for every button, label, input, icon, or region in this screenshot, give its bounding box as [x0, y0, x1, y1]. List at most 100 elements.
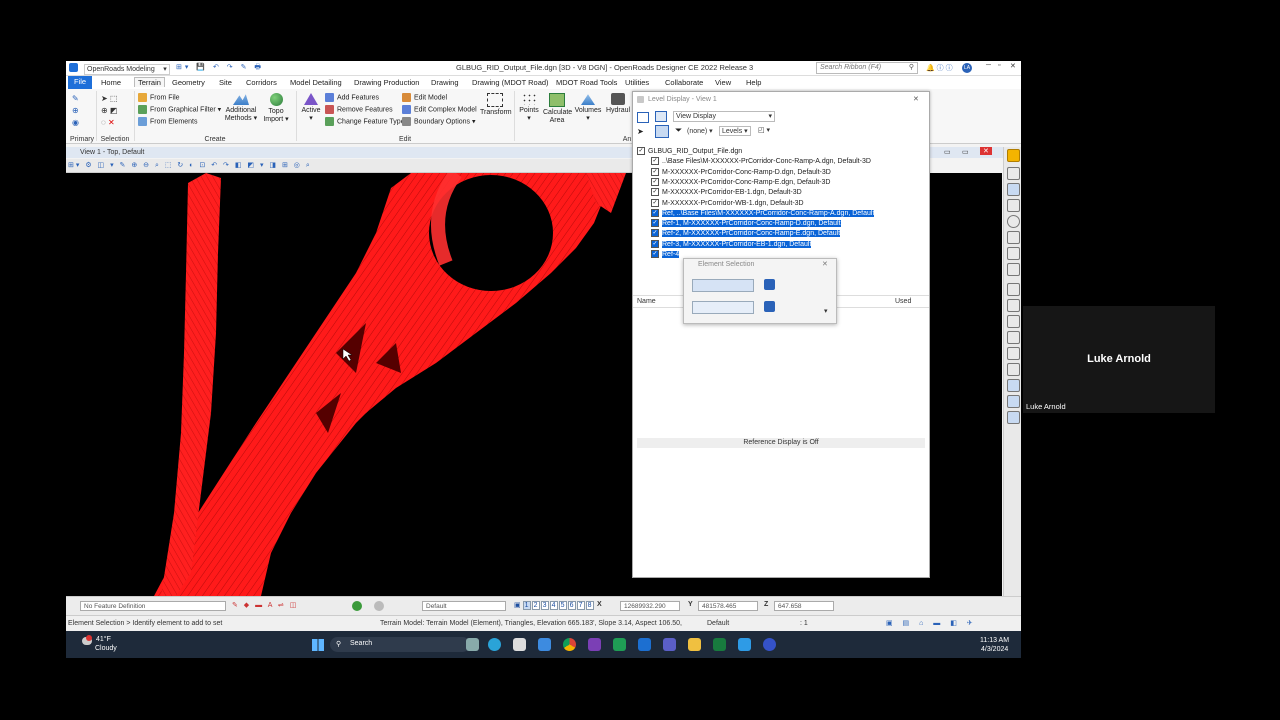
excel-icon[interactable] — [713, 638, 726, 651]
status-icons[interactable]: ▣ ▤ ⌂ ▬ ◧ ✈ — [886, 619, 977, 627]
tab-site[interactable]: Site — [219, 78, 232, 87]
store-icon[interactable] — [513, 638, 526, 651]
tree-root-file[interactable]: ✓ GLBUG_RID_Output_File.dgn — [637, 147, 742, 155]
column-used-header[interactable]: Used — [895, 298, 911, 305]
checkbox-icon[interactable]: ✓ — [651, 219, 659, 228]
tab-help[interactable]: Help — [746, 78, 761, 87]
mail-icon[interactable] — [538, 638, 551, 651]
task-view-icon[interactable] — [466, 638, 479, 651]
tool-parallel-icon[interactable] — [1007, 347, 1020, 360]
edit-complex-model-button[interactable]: Edit Complex Model — [402, 105, 477, 114]
view-7-button[interactable]: 7 — [576, 601, 585, 610]
selection-tools-icon[interactable]: ➤ ⬚ ⊕ ◩ ◌ ✕ — [101, 93, 117, 129]
level-display-close-button[interactable]: ✕ — [913, 95, 919, 103]
openroads-icon[interactable] — [738, 638, 751, 651]
view-display-select[interactable]: View Display ▾ — [673, 111, 775, 122]
tab-view[interactable]: View — [715, 78, 731, 87]
add-features-button[interactable]: Add Features — [325, 93, 379, 102]
workspace-dropdown[interactable]: OpenRoads Modeling ▾ — [84, 64, 170, 75]
excel-green-icon[interactable] — [613, 638, 626, 651]
tool-line-icon[interactable] — [1007, 167, 1020, 180]
topo-import-button[interactable]: Topo Import ▾ — [262, 93, 290, 124]
active-button[interactable]: Active ▾ — [300, 93, 322, 122]
user-avatar[interactable]: LA — [962, 63, 972, 73]
tree-reference-item[interactable]: ✓ M-XXXXXX-PrCorridor-Conc-Ramp-D.dgn, De… — [651, 167, 831, 176]
tool-circle-icon[interactable] — [1007, 215, 1020, 228]
tab-drawing-production[interactable]: Drawing Production — [354, 78, 419, 87]
meeting-icon[interactable] — [763, 638, 776, 651]
view-3-button[interactable]: 3 — [540, 601, 549, 610]
tool-delete-icon[interactable] — [1007, 263, 1020, 276]
tool-offset-icon[interactable] — [1007, 315, 1020, 328]
tree-reference-item[interactable]: ✓ M-XXXXXX-PrCorridor-WB-1.dgn, Default-3… — [651, 198, 804, 207]
forward-icon[interactable] — [374, 601, 384, 611]
view-2-button[interactable]: 2 — [531, 601, 540, 610]
tab-mdot-road-tools[interactable]: MDOT Road Tools — [556, 78, 617, 87]
tree-reference-item[interactable]: ✓ ..\Base Files\M-XXXXXX-PrCorridor-Conc-… — [651, 157, 871, 166]
attribute-tools-icons[interactable]: ✎ ◆ ▬ A ⇌ ◫ — [232, 601, 298, 609]
references-icon[interactable] — [637, 112, 649, 123]
checkbox-icon[interactable]: ✓ — [651, 167, 659, 176]
tool-fillet-icon[interactable] — [1007, 331, 1020, 344]
tree-reference-item[interactable]: ✓ Ref-1, M-XXXXXX-PrCorridor-Conc-Ramp-D.… — [651, 219, 841, 228]
additional-methods-button[interactable]: Additional Methods ▾ — [224, 93, 258, 123]
tool-polyline-icon[interactable] — [1007, 183, 1020, 196]
tab-utilities[interactable]: Utilities — [625, 78, 649, 87]
view-4-button[interactable]: 4 — [549, 601, 558, 610]
tool-trim-icon[interactable] — [1007, 283, 1020, 296]
hydraulics-button[interactable]: Hydraul — [605, 93, 631, 114]
list-view-icon[interactable] — [655, 125, 669, 138]
view-display-icon[interactable] — [655, 111, 667, 122]
checkbox-icon[interactable]: ✓ — [651, 188, 659, 197]
checkbox-icon[interactable]: ✓ — [651, 208, 659, 217]
back-icon[interactable] — [352, 601, 362, 611]
file-explorer-icon[interactable] — [688, 638, 701, 651]
tab-file[interactable]: File — [68, 76, 93, 89]
clear-selection-icon[interactable] — [764, 279, 775, 290]
ribbon-search-input[interactable]: Search Ribbon (F4) ⚲ — [816, 62, 918, 74]
tree-reference-item[interactable]: ✓ Ref-4 — [651, 250, 680, 258]
points-button[interactable]: Points ▾ — [518, 93, 540, 122]
y-coordinate-field[interactable]: 481578.465 — [698, 601, 758, 611]
checkbox-icon[interactable]: ✓ — [637, 147, 645, 155]
view-tools-icons[interactable]: ⊞▾ ⚙ ◫ ▾ ✎ ⊕ ⊖ ⌕ ⬚ ↻ ◐ ⊡ ↶ ↷ ◧ ◩ ▾ ◨ ⊞ ◎… — [68, 161, 312, 170]
expand-chevron-icon[interactable]: ▾ — [824, 307, 828, 315]
tool-point-icon[interactable] — [1007, 231, 1020, 244]
taskbar-search[interactable]: ⚲ Search — [330, 637, 470, 652]
edge-icon[interactable] — [488, 638, 501, 651]
tool-close-icon[interactable] — [1007, 149, 1020, 162]
levels-select[interactable]: Levels ▾ — [719, 126, 751, 136]
tool-move-icon[interactable] — [1007, 363, 1020, 376]
view-1-button[interactable]: 1 — [522, 601, 531, 610]
views-buttons[interactable]: ▣ 12345678 — [514, 601, 595, 610]
volumes-button[interactable]: Volumes ▾ — [574, 93, 602, 122]
view-5-button[interactable]: 5 — [558, 601, 567, 610]
view-6-button[interactable]: 6 — [567, 601, 576, 610]
filter-select[interactable]: (none) ▾ — [687, 127, 713, 135]
close-button[interactable]: ✕ — [1010, 62, 1016, 70]
element-selection-close-button[interactable]: ✕ — [822, 260, 828, 268]
tool-arc-icon[interactable] — [1007, 199, 1020, 212]
view-minimize-button[interactable]: ▭ — [944, 148, 951, 156]
z-coordinate-field[interactable]: 647.658 — [774, 601, 834, 611]
from-elements-button[interactable]: From Elements — [138, 117, 197, 126]
tree-reference-item[interactable]: ✓ Ref-2, M-XXXXXX-PrCorridor-Conc-Ramp-E.… — [651, 229, 841, 238]
checkbox-icon[interactable]: ✓ — [651, 177, 659, 186]
column-name-header[interactable]: Name — [637, 298, 656, 305]
teams-icon[interactable] — [663, 638, 676, 651]
tree-reference-item[interactable]: ✓ Ref, ..\Base Files\M-XXXXXX-PrCorridor-… — [651, 208, 875, 217]
filter-icon[interactable]: ⏷ — [675, 125, 682, 136]
outlook-icon[interactable] — [638, 638, 651, 651]
checkbox-icon[interactable]: ✓ — [651, 198, 659, 207]
feature-definition-select[interactable]: No Feature Definition — [80, 601, 226, 611]
calculate-area-button[interactable]: Calculate Area — [543, 93, 572, 125]
level-options-icon[interactable]: ◰ ▾ — [758, 126, 770, 134]
windows-start-icon[interactable] — [312, 639, 324, 651]
tab-geometry[interactable]: Geometry — [172, 78, 205, 87]
checkbox-icon[interactable]: ✓ — [651, 229, 659, 238]
checkbox-icon[interactable]: ✓ — [651, 250, 659, 258]
tab-corridors[interactable]: Corridors — [246, 78, 277, 87]
tab-collaborate[interactable]: Collaborate — [665, 78, 703, 87]
checkbox-icon[interactable]: ✓ — [651, 239, 659, 248]
tree-reference-item[interactable]: ✓ M-XXXXXX-PrCorridor-EB-1.dgn, Default-3… — [651, 188, 802, 197]
